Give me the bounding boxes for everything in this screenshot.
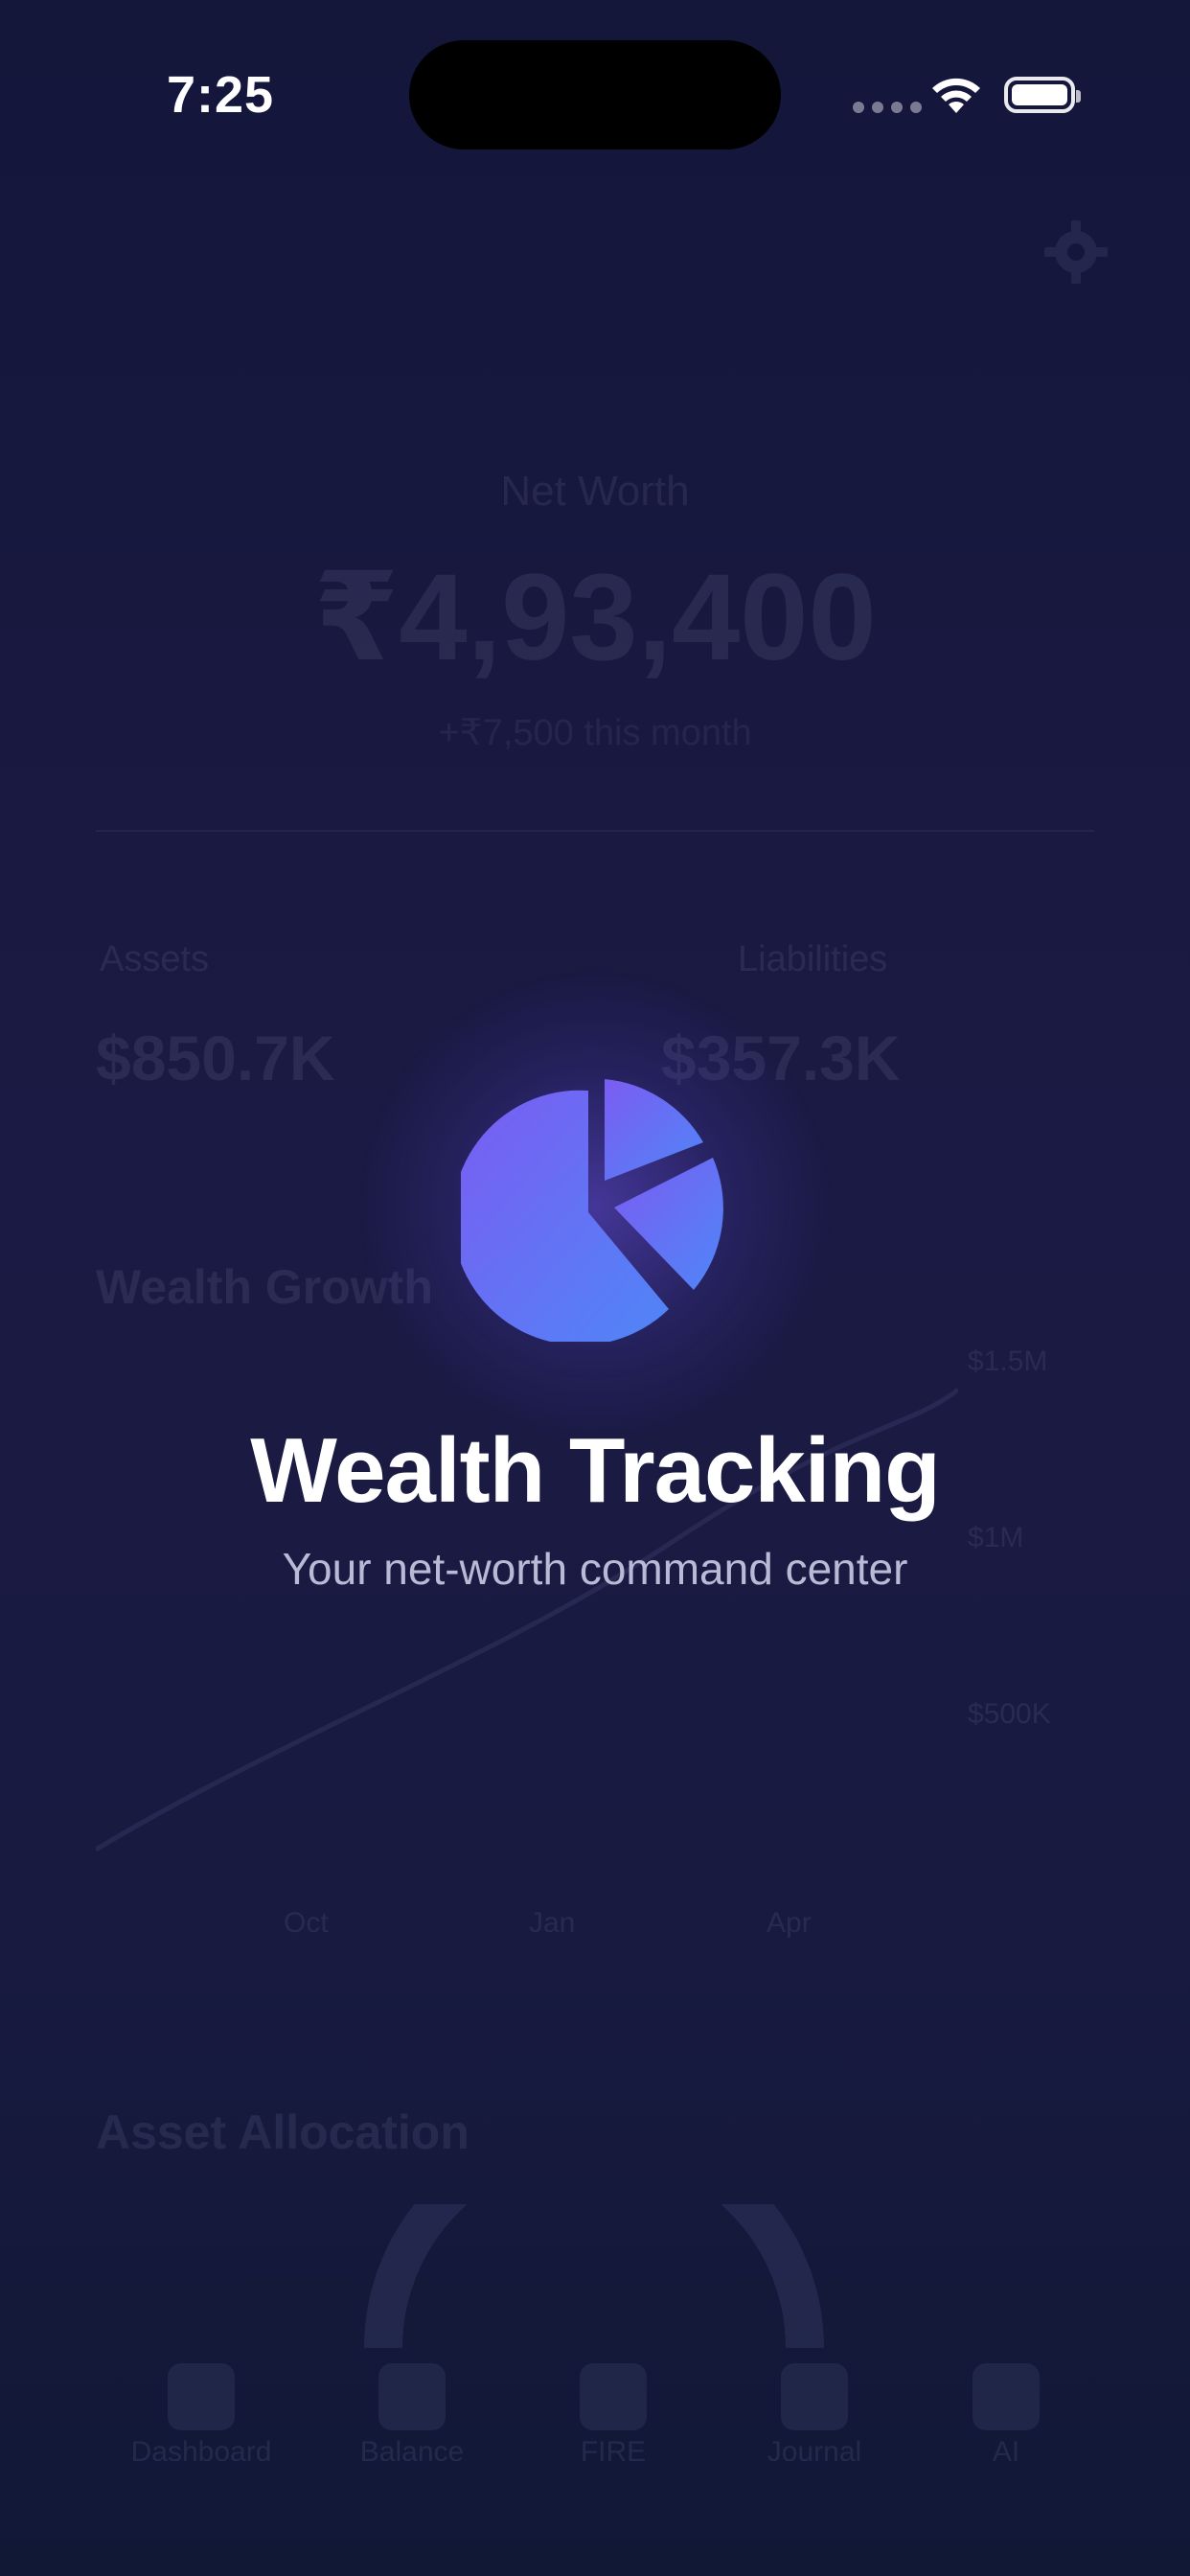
allocation-chart <box>364 2204 824 2348</box>
asset-allocation-title: Asset Allocation <box>96 2105 469 2159</box>
battery-icon <box>1004 77 1081 113</box>
dynamic-island <box>409 40 781 150</box>
divider <box>96 830 1094 832</box>
book-icon <box>781 2363 848 2430</box>
net-worth-value: ₹4,93,400 <box>313 549 877 686</box>
tab-label: AI <box>992 2436 1020 2468</box>
x-tick: Apr <box>767 1907 812 1939</box>
assets-value: $850.7K <box>96 1023 335 1093</box>
pie-chart-icon <box>461 1079 723 1342</box>
tab-balance[interactable]: Balance <box>307 2350 517 2469</box>
net-worth-label: Net Worth <box>500 468 690 515</box>
dashboard-icon <box>168 2363 235 2430</box>
gear-icon[interactable] <box>1042 218 1110 286</box>
assets-label: Assets <box>100 939 210 979</box>
balance-icon <box>378 2363 446 2430</box>
wifi-icon <box>932 78 980 113</box>
tab-dashboard[interactable]: Dashboard <box>96 2350 307 2469</box>
cellular-signal-icon <box>853 102 922 113</box>
y-tick: $500K <box>968 1698 1051 1730</box>
tab-bar: Dashboard Balance FIRE Journal AI <box>0 2350 1190 2576</box>
tab-journal[interactable]: Journal <box>709 2350 920 2469</box>
tab-ai[interactable]: AI <box>901 2350 1111 2469</box>
liabilities-label: Liabilities <box>738 939 888 979</box>
x-tick: Oct <box>284 1907 329 1939</box>
flame-icon <box>580 2363 647 2430</box>
tab-label: Journal <box>767 2436 862 2468</box>
net-worth-change: +₹7,500 this month <box>438 713 752 753</box>
y-tick: $1.5M <box>968 1346 1048 1377</box>
splash-title: Wealth Tracking <box>250 1419 940 1522</box>
status-time: 7:25 <box>167 66 275 124</box>
x-tick: Jan <box>529 1907 576 1939</box>
sparkle-icon <box>973 2363 1040 2430</box>
splash-subtitle: Your net-worth command center <box>282 1544 908 1594</box>
tab-label: Balance <box>359 2436 465 2468</box>
tab-fire[interactable]: FIRE <box>508 2350 719 2469</box>
tab-label: Dashboard <box>130 2436 272 2468</box>
tab-label: FIRE <box>580 2436 647 2468</box>
